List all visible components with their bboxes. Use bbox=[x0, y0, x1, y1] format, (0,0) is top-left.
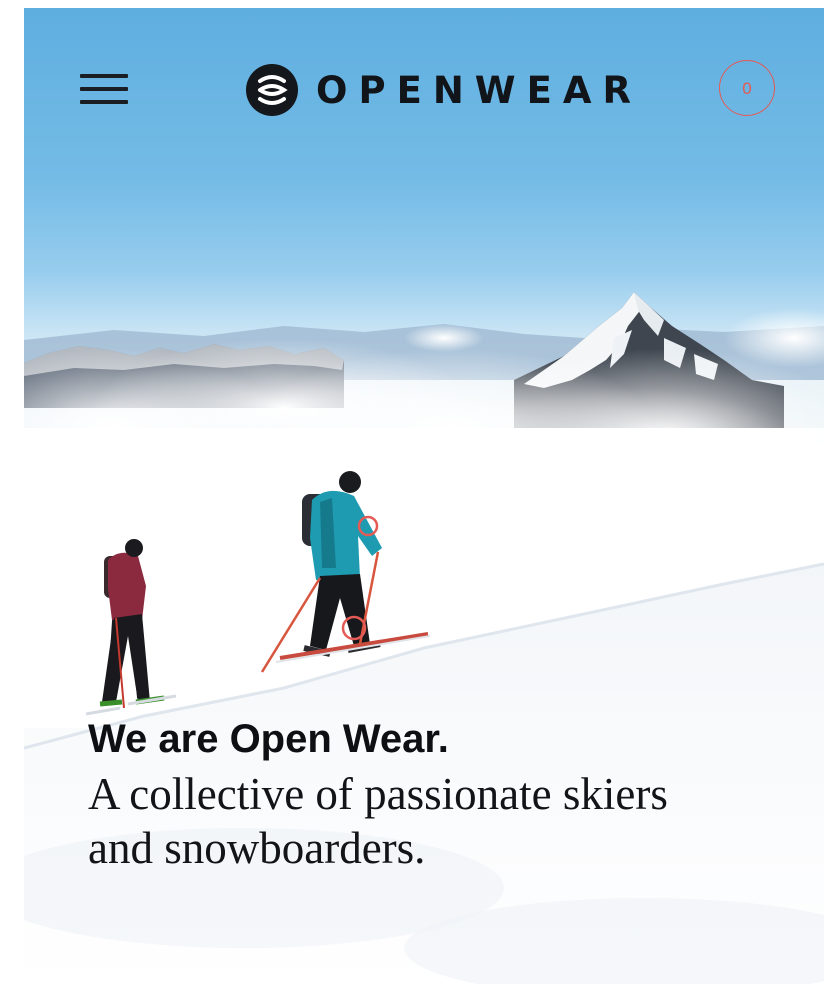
brand-logo-link[interactable]: OPENWEAR bbox=[244, 58, 642, 122]
menu-button[interactable] bbox=[80, 70, 132, 110]
hero-title: We are Open Wear. bbox=[88, 717, 449, 761]
hero-subtitle: A collective of passionate skiers and sn… bbox=[88, 769, 668, 873]
cart-button[interactable]: 0 bbox=[719, 60, 775, 116]
openwear-logo-icon bbox=[246, 64, 298, 116]
app-screen: OPENWEAR 0 We are Open Wear. A collectiv… bbox=[24, 8, 824, 984]
brand-name: OPENWEAR bbox=[316, 68, 643, 112]
site-header: OPENWEAR 0 bbox=[24, 8, 824, 178]
cart-count-badge: 0 bbox=[742, 78, 752, 98]
hero-section: We are Open Wear. A collective of passio… bbox=[88, 711, 788, 875]
hamburger-menu-icon bbox=[80, 74, 128, 78]
